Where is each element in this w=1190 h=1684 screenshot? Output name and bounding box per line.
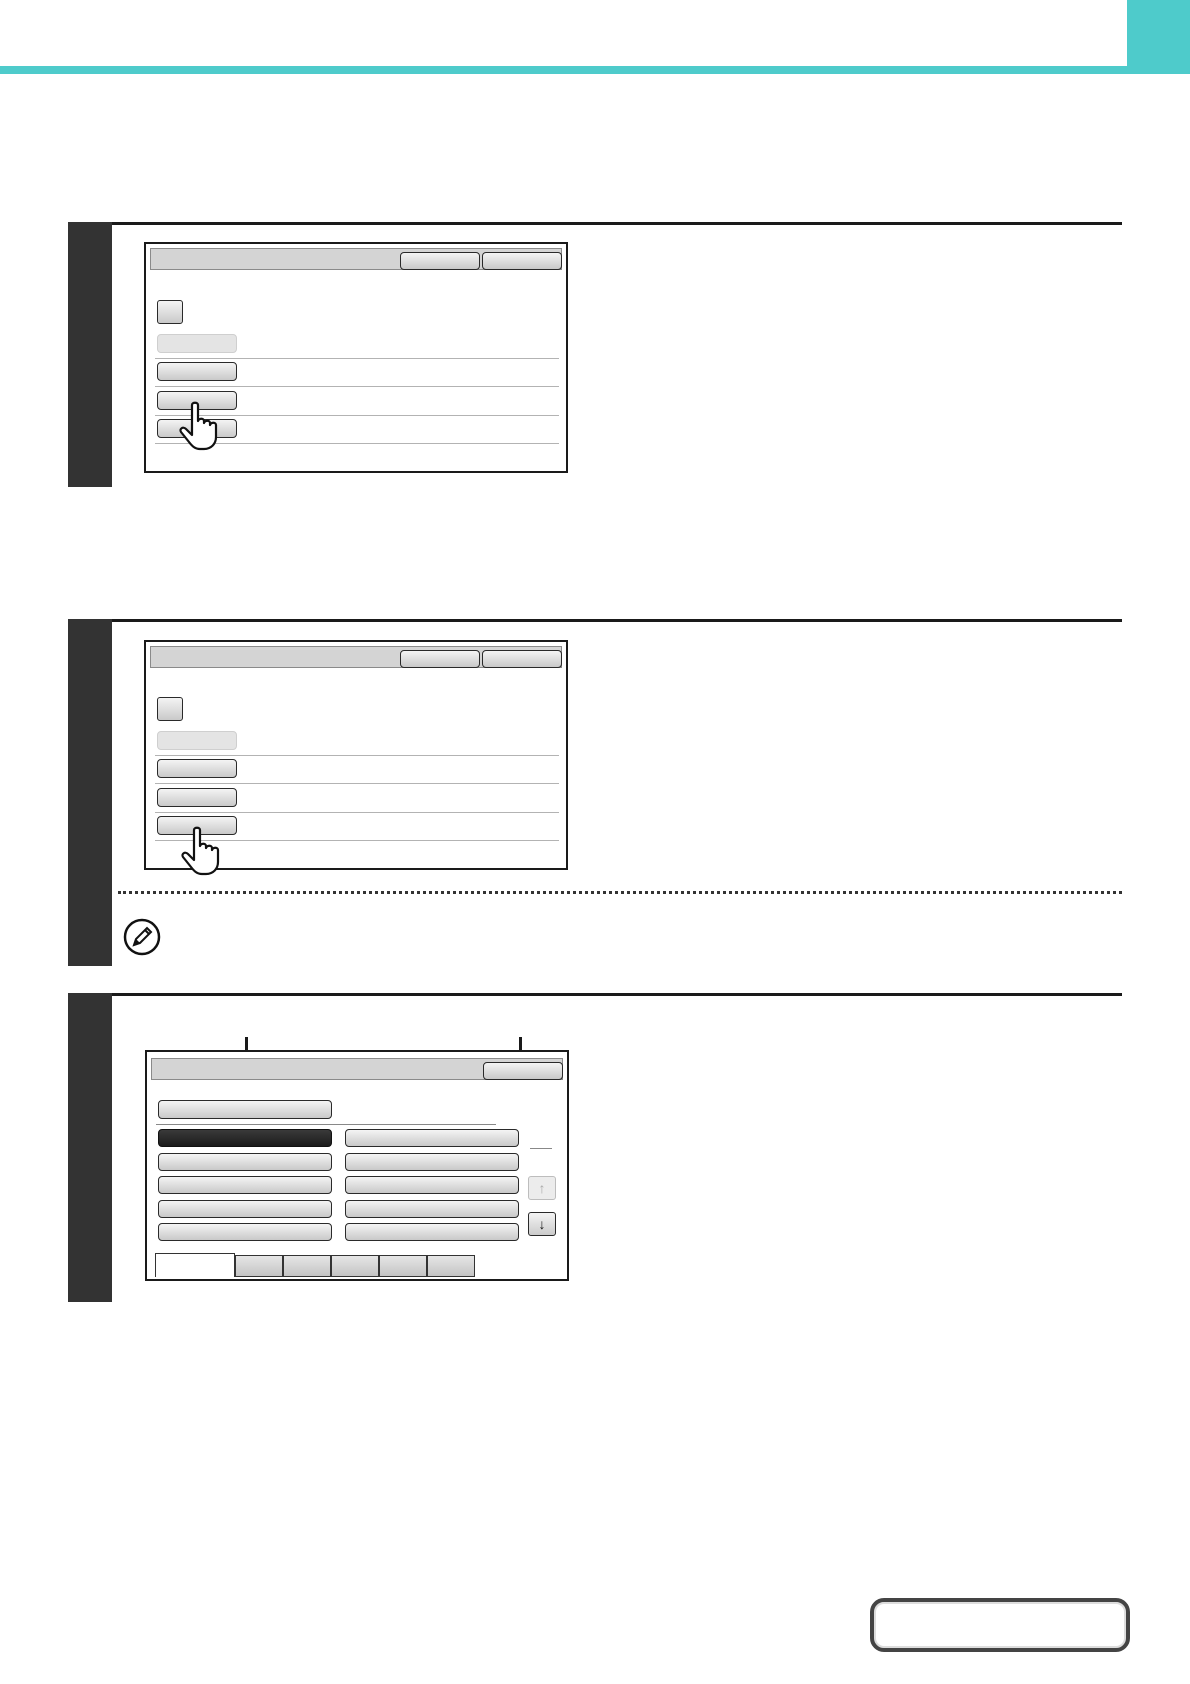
step-3-screen-panel: ↑ ↓ bbox=[145, 1050, 569, 1281]
step-1-option-button-1 bbox=[157, 334, 237, 353]
step-2-option-button-2[interactable] bbox=[157, 759, 237, 778]
step-3-header-button[interactable] bbox=[158, 1100, 332, 1119]
header-tab bbox=[1127, 0, 1190, 74]
pointing-hand-icon bbox=[179, 401, 218, 451]
pointing-hand-icon bbox=[181, 826, 220, 876]
step-2-title-button-2[interactable] bbox=[482, 650, 562, 668]
step-2-bar bbox=[68, 619, 112, 966]
step-1-checkbox[interactable] bbox=[157, 300, 183, 324]
step-3-title-button[interactable] bbox=[483, 1062, 563, 1080]
note-divider bbox=[118, 891, 1122, 894]
step-2-rule bbox=[68, 619, 1122, 622]
arrow-up-icon[interactable]: ↑ bbox=[528, 1176, 556, 1200]
step-2-separator bbox=[155, 783, 559, 784]
page-nav-button[interactable] bbox=[870, 1598, 1130, 1652]
step-2-option-button-3[interactable] bbox=[157, 788, 237, 807]
step-2-title-button-1[interactable] bbox=[400, 650, 480, 668]
step-2-separator bbox=[155, 812, 559, 813]
tab-4[interactable] bbox=[331, 1255, 379, 1277]
step-3-list-button-selected[interactable] bbox=[158, 1129, 332, 1147]
step-2-screen-panel bbox=[144, 640, 568, 876]
header-accent-bar bbox=[0, 66, 1190, 74]
step-2-checkbox[interactable] bbox=[157, 697, 183, 721]
step-3-list-button[interactable] bbox=[345, 1200, 519, 1218]
step-1-title-button-2[interactable] bbox=[482, 252, 562, 270]
step-3-bar bbox=[68, 993, 112, 1302]
tab-2[interactable] bbox=[235, 1255, 283, 1277]
step-2-option-button-1 bbox=[157, 731, 237, 750]
step-1-separator bbox=[155, 358, 559, 359]
step-3-separator bbox=[156, 1124, 496, 1125]
tab-6[interactable] bbox=[427, 1255, 475, 1277]
arrow-down-icon[interactable]: ↓ bbox=[528, 1212, 556, 1236]
step-1-bar bbox=[68, 222, 112, 487]
step-3-list-button[interactable] bbox=[345, 1153, 519, 1171]
step-1-title-button-1[interactable] bbox=[400, 252, 480, 270]
step-2-separator bbox=[155, 755, 559, 756]
step-3-list-button[interactable] bbox=[158, 1153, 332, 1171]
step-3-list-button[interactable] bbox=[345, 1176, 519, 1194]
tab-1[interactable] bbox=[155, 1253, 235, 1277]
tab-3[interactable] bbox=[283, 1255, 331, 1277]
step-3-list-button[interactable] bbox=[158, 1200, 332, 1218]
step-1-separator bbox=[155, 386, 559, 387]
page-indicator-line bbox=[530, 1148, 552, 1149]
step-1-rule bbox=[68, 222, 1122, 225]
step-3-list-button[interactable] bbox=[345, 1129, 519, 1147]
step-3-list-button[interactable] bbox=[158, 1176, 332, 1194]
pencil-note-icon bbox=[123, 918, 161, 956]
step-3-list-button[interactable] bbox=[158, 1223, 332, 1241]
tab-5[interactable] bbox=[379, 1255, 427, 1277]
step-1-option-button-2[interactable] bbox=[157, 362, 237, 381]
step-1-screen-panel bbox=[144, 242, 568, 473]
step-3-list-button[interactable] bbox=[345, 1223, 519, 1241]
step-3-rule bbox=[68, 993, 1122, 996]
